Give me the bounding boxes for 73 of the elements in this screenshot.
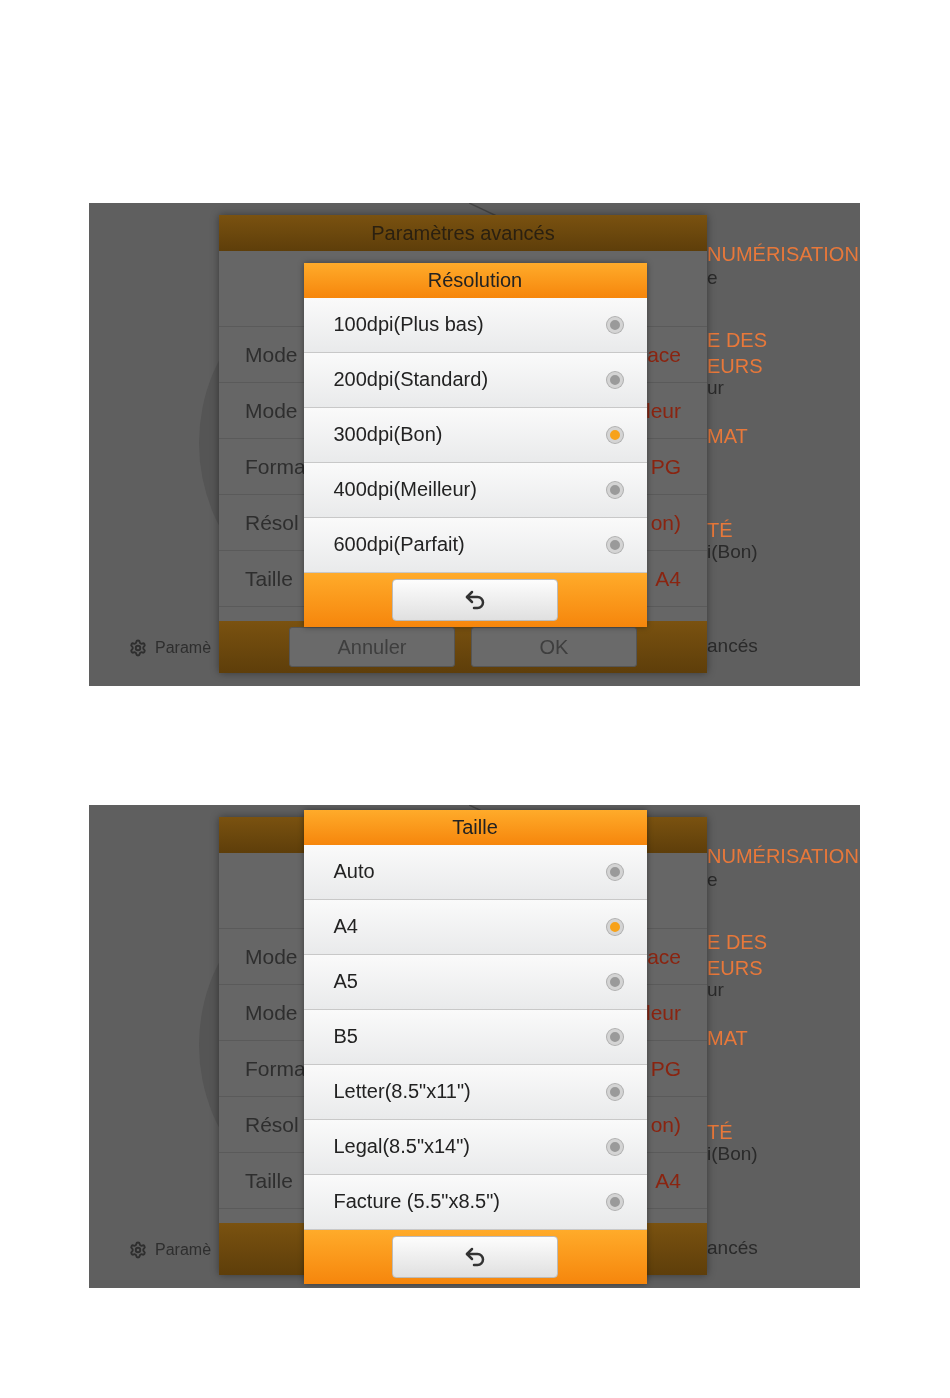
radio-button[interactable] <box>606 481 623 498</box>
option-label: 600dpi(Parfait) <box>333 533 465 556</box>
radio-button[interactable] <box>606 863 623 880</box>
settings-icon <box>129 1241 147 1259</box>
setting-label: Taille <box>245 566 293 591</box>
section-heading: MAT <box>707 425 748 448</box>
setting-value: PG <box>650 1056 681 1081</box>
option-item[interactable]: A5 <box>303 954 647 1010</box>
option-item[interactable]: 600dpi(Parfait) <box>303 517 647 573</box>
option-item[interactable]: B5 <box>303 1009 647 1065</box>
setting-value: ace <box>647 342 681 367</box>
radio-button[interactable] <box>606 1193 623 1210</box>
option-item[interactable]: 400dpi(Meilleur) <box>303 462 647 518</box>
setting-value: ace <box>647 944 681 969</box>
setting-label: Mode <box>245 1000 298 1025</box>
back-button[interactable] <box>392 578 558 621</box>
section-heading: E DES <box>707 329 768 352</box>
option-label: 400dpi(Meilleur) <box>333 478 477 501</box>
dialog-title: Paramètres avancés <box>371 221 555 245</box>
radio-button[interactable] <box>606 973 623 990</box>
radio-button[interactable] <box>606 536 623 553</box>
popup-title: Résolution <box>427 268 523 292</box>
radio-button[interactable] <box>606 426 623 443</box>
radio-button[interactable] <box>606 371 623 388</box>
setting-value: leur <box>645 398 681 423</box>
setting-label: Mode <box>245 944 298 969</box>
radio-button[interactable] <box>606 316 623 333</box>
setting-label: Mode <box>245 342 298 367</box>
setting-value: on) <box>650 1112 681 1137</box>
option-item[interactable]: 300dpi(Bon) <box>303 407 647 463</box>
section-heading: TÉ <box>707 519 733 542</box>
section-heading: NUMÉRISATION <box>707 243 859 266</box>
radio-button[interactable] <box>606 1028 623 1045</box>
section-heading: EURS <box>707 355 763 378</box>
option-item[interactable]: 100dpi(Plus bas) <box>303 297 647 353</box>
setting-label: Forma <box>245 454 306 479</box>
setting-value: on) <box>650 510 681 535</box>
option-item[interactable]: Letter(8.5"x11") <box>303 1064 647 1120</box>
setting-value: PG <box>650 454 681 479</box>
setting-label: Résol <box>245 510 299 535</box>
setting-label: Taille <box>245 1168 293 1193</box>
option-label: A5 <box>333 970 358 993</box>
option-item[interactable]: Facture (5.5"x8.5") <box>303 1174 647 1230</box>
option-item[interactable]: 200dpi(Standard) <box>303 352 647 408</box>
section-heading: TÉ <box>707 1121 733 1144</box>
setting-label: Résol <box>245 1112 299 1137</box>
setting-label: Mode <box>245 398 298 423</box>
option-label: 200dpi(Standard) <box>333 368 489 391</box>
option-label: Auto <box>333 860 375 883</box>
settings-icon <box>129 639 147 657</box>
option-label: B5 <box>333 1025 358 1048</box>
section-heading: E DES <box>707 931 768 954</box>
setting-value: A4 <box>655 1168 681 1193</box>
option-item[interactable]: A4 <box>303 899 647 955</box>
option-label: Legal(8.5"x14") <box>333 1135 470 1158</box>
setting-label: Forma <box>245 1056 306 1081</box>
radio-button[interactable] <box>606 918 623 935</box>
radio-button[interactable] <box>606 1138 623 1155</box>
option-label: 100dpi(Plus bas) <box>333 313 484 336</box>
radio-button[interactable] <box>606 1083 623 1100</box>
option-item[interactable]: Legal(8.5"x14") <box>303 1119 647 1175</box>
setting-value: A4 <box>655 566 681 591</box>
option-label: Letter(8.5"x11") <box>333 1080 471 1103</box>
setting-value: leur <box>645 1000 681 1025</box>
section-heading: EURS <box>707 957 763 980</box>
option-label: 300dpi(Bon) <box>333 423 443 446</box>
popup-title: Taille <box>452 815 498 839</box>
option-label: A4 <box>333 915 358 938</box>
section-heading: NUMÉRISATION <box>707 845 859 868</box>
back-button[interactable] <box>392 1235 558 1278</box>
section-heading: MAT <box>707 1027 748 1050</box>
option-item[interactable]: Auto <box>303 844 647 900</box>
option-label: Facture (5.5"x8.5") <box>333 1190 500 1213</box>
